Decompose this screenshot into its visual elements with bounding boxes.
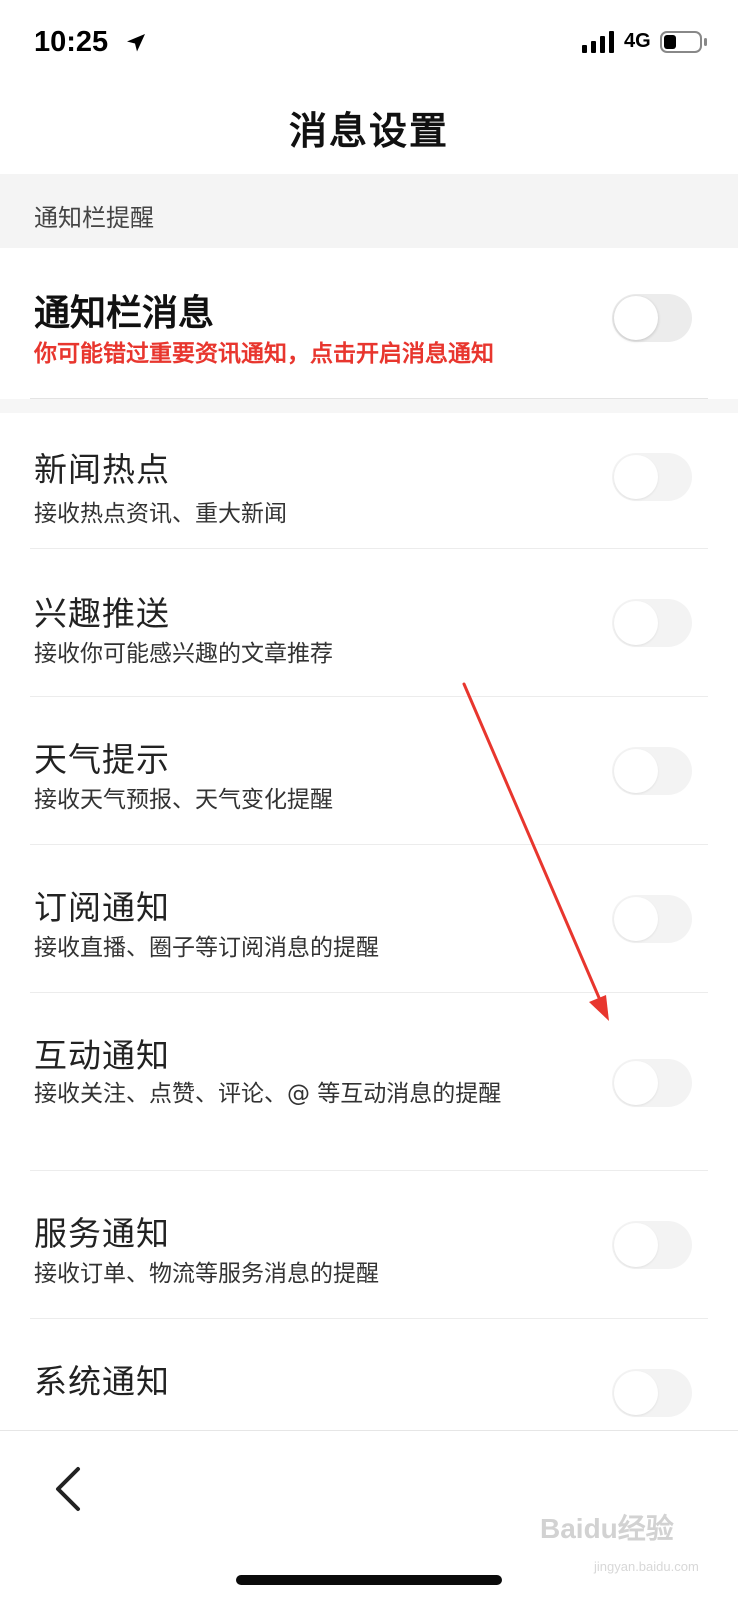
item-description: 接收天气预报、天气变化提醒 bbox=[34, 787, 333, 813]
interaction-toggle[interactable] bbox=[612, 1059, 692, 1107]
battery-fill bbox=[664, 35, 676, 49]
interest-push-toggle[interactable] bbox=[612, 599, 692, 647]
item-title: 新闻热点 bbox=[34, 450, 170, 489]
chevron-left-icon[interactable] bbox=[44, 1461, 92, 1517]
item-description: 接收订单、物流等服务消息的提醒 bbox=[34, 1261, 379, 1287]
home-indicator[interactable] bbox=[236, 1575, 502, 1585]
list-item-weather-alert[interactable]: 天气提示 接收天气预报、天气变化提醒 bbox=[0, 697, 738, 845]
toggle-knob bbox=[614, 897, 658, 941]
item-title: 兴趣推送 bbox=[34, 594, 170, 633]
message-settings-screen: 10:25 4G 消息设置 通知栏提醒 通知栏消息 你可能错过重要资讯通知，点击… bbox=[0, 0, 738, 1600]
weather-alert-toggle[interactable] bbox=[612, 747, 692, 795]
section-gap bbox=[0, 399, 738, 413]
toggle-knob bbox=[614, 1061, 658, 1105]
signal-bars-icon bbox=[582, 31, 614, 53]
status-time: 10:25 bbox=[34, 26, 109, 58]
list-item-interest-push[interactable]: 兴趣推送 接收你可能感兴趣的文章推荐 bbox=[0, 549, 738, 697]
notification-warning-text[interactable]: 你可能错过重要资讯通知，点击开启消息通知 bbox=[34, 334, 494, 368]
item-title: 天气提示 bbox=[34, 740, 170, 779]
item-description: 接收直播、圈子等订阅消息的提醒 bbox=[34, 935, 379, 961]
item-title: 服务通知 bbox=[34, 1214, 170, 1253]
battery-icon bbox=[660, 31, 707, 53]
news-hotspot-toggle[interactable] bbox=[612, 453, 692, 501]
toggle-knob bbox=[614, 601, 658, 645]
page-title: 消息设置 bbox=[288, 109, 449, 153]
list-item-subscription[interactable]: 订阅通知 接收直播、圈子等订阅消息的提醒 bbox=[0, 845, 738, 993]
subscription-toggle[interactable] bbox=[612, 895, 692, 943]
toggle-knob bbox=[614, 1223, 658, 1267]
notification-bar-toggle[interactable] bbox=[612, 294, 692, 342]
baidu-watermark-url: jingyan.baidu.com bbox=[594, 1559, 699, 1574]
system-toggle[interactable] bbox=[612, 1369, 692, 1417]
section-header-label: 通知栏提醒 bbox=[34, 204, 154, 232]
list-item-news-hotspot[interactable]: 新闻热点 接收热点资讯、重大新闻 bbox=[0, 413, 738, 549]
notification-bar-row[interactable]: 通知栏消息 你可能错过重要资讯通知，点击开启消息通知 bbox=[0, 248, 738, 398]
item-title: 互动通知 bbox=[34, 1036, 170, 1075]
list-item-service[interactable]: 服务通知 接收订单、物流等服务消息的提醒 bbox=[0, 1171, 738, 1319]
list-item-system[interactable]: 系统通知 bbox=[0, 1319, 738, 1430]
status-bar: 10:25 4G bbox=[0, 0, 738, 88]
list-item-interaction[interactable]: 互动通知 接收关注、点赞、评论、@ 等互动消息的提醒 bbox=[0, 993, 738, 1171]
network-type: 4G bbox=[624, 30, 651, 52]
baidu-watermark: Baidu经验 bbox=[540, 1513, 674, 1544]
notification-bar-title: 通知栏消息 bbox=[34, 293, 215, 334]
item-title: 订阅通知 bbox=[34, 888, 170, 927]
bottom-bar: Baidu经验 jingyan.baidu.com bbox=[0, 1430, 738, 1600]
item-description: 接收你可能感兴趣的文章推荐 bbox=[34, 641, 333, 667]
service-toggle[interactable] bbox=[612, 1221, 692, 1269]
toggle-knob bbox=[614, 1371, 658, 1415]
toggle-knob bbox=[614, 296, 658, 340]
item-title: 系统通知 bbox=[34, 1362, 170, 1401]
item-description: 接收关注、点赞、评论、@ 等互动消息的提醒 bbox=[34, 1081, 502, 1107]
toggle-knob bbox=[614, 455, 658, 499]
toggle-knob bbox=[614, 749, 658, 793]
item-description: 接收热点资讯、重大新闻 bbox=[34, 501, 287, 527]
location-arrow-icon bbox=[127, 34, 145, 52]
section-header: 通知栏提醒 bbox=[0, 174, 738, 248]
